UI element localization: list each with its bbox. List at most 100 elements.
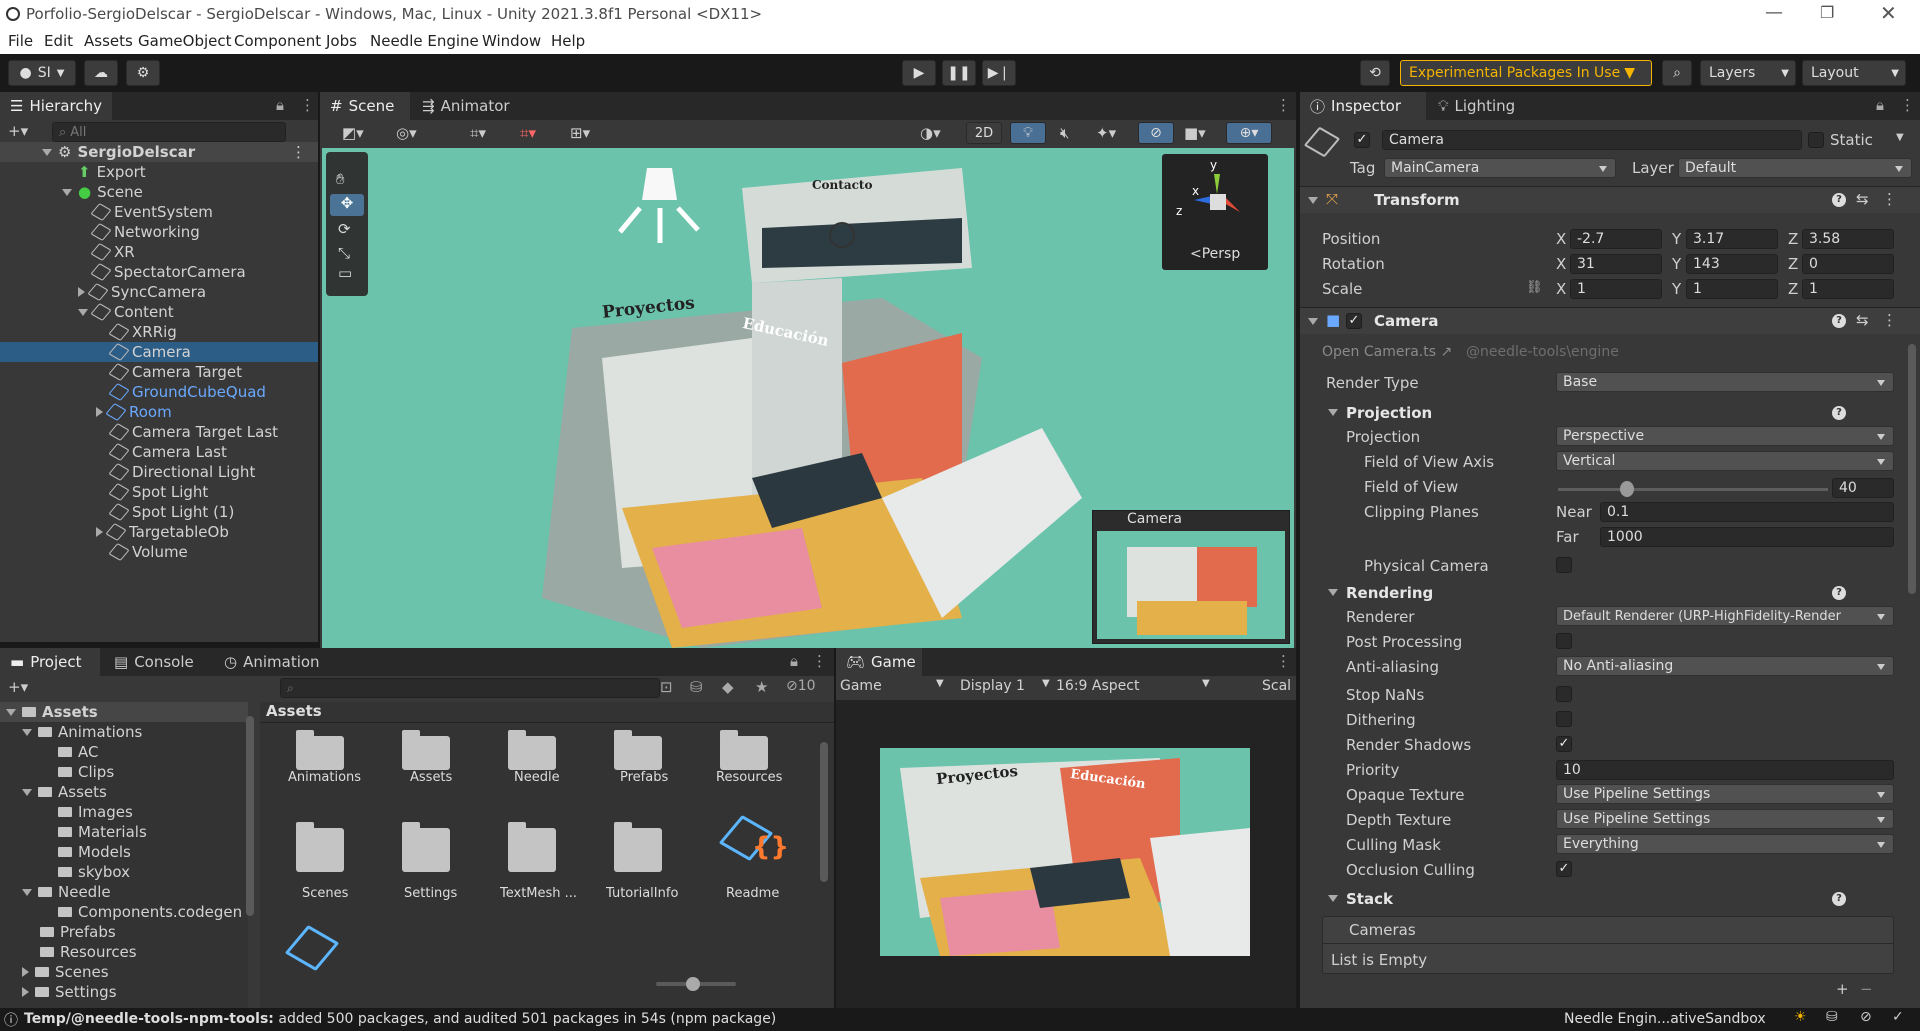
tab-scene[interactable]: # Scene	[320, 92, 410, 120]
hierarchy-item-export[interactable]: ⬆ Export	[78, 162, 146, 182]
collab-button[interactable]: ⚙	[126, 60, 160, 86]
hierarchy-item-scene[interactable]: ● Scene	[62, 182, 143, 202]
hierarchy-item-targetableob[interactable]: TargetableOb	[96, 522, 229, 542]
globe-icon[interactable]: ◎▾	[396, 124, 417, 142]
hierarchy-item-spot-light[interactable]: Spot Light	[108, 482, 208, 502]
projection-section-header[interactable]: Projection ?	[1322, 402, 1902, 424]
renderer-dropdown[interactable]: Default Renderer (URP-HighFidelity-Rende…	[1556, 606, 1894, 626]
gizmo-persp-label[interactable]: <Persp	[1190, 246, 1240, 262]
list-add-button[interactable]: +	[1836, 980, 1849, 998]
post-processing-checkbox[interactable]	[1556, 633, 1572, 649]
anti-aliasing-dropdown[interactable]: No Anti-aliasing	[1556, 656, 1894, 676]
tab-console[interactable]: ▤ Console	[104, 648, 204, 676]
hierarchy-item-groundcubequad[interactable]: GroundCubeQuad	[108, 382, 266, 402]
menu-component[interactable]: Component	[234, 32, 321, 50]
play-button[interactable]: ▶	[902, 60, 936, 86]
layer-dropdown[interactable]: Default	[1678, 158, 1912, 178]
tree-item-animations[interactable]: Animations	[22, 722, 142, 742]
dithering-checkbox[interactable]	[1556, 711, 1572, 727]
static-checkbox[interactable]	[1808, 132, 1824, 148]
toggle-2d-button[interactable]: 2D	[966, 122, 1002, 144]
scale-y-field[interactable]: 1	[1686, 279, 1778, 299]
kebab-menu-icon[interactable]: ⋮	[1276, 96, 1291, 114]
inspector-scrollbar[interactable]	[1908, 344, 1916, 594]
priority-field[interactable]: 10	[1556, 760, 1894, 780]
help-icon[interactable]: ?	[1832, 586, 1846, 600]
camera-settings-icon[interactable]: ■▾	[1184, 124, 1206, 142]
grid-snap-icon[interactable]: ⌗▾	[470, 124, 486, 142]
transform-header[interactable]: ⤧ Transform ? ⇆ ⋮	[1300, 187, 1920, 213]
hierarchy-item-camera-selected[interactable]: Camera	[0, 342, 318, 362]
game-viewport[interactable]: Proyectos Educación	[880, 748, 1250, 956]
fov-axis-dropdown[interactable]: Vertical	[1556, 451, 1894, 471]
stop-nans-checkbox[interactable]	[1556, 686, 1572, 702]
rotation-y-field[interactable]: 143	[1686, 254, 1778, 274]
kebab-menu-icon[interactable]: ⋮	[1882, 311, 1897, 329]
zoom-slider[interactable]	[656, 977, 736, 991]
sandbox-label[interactable]: Needle Engin...ativeSandbox	[1564, 1011, 1766, 1027]
network-icon[interactable]: ⊘	[1860, 1009, 1872, 1025]
asset-folder-tutorialinfo[interactable]	[614, 822, 662, 872]
asset-folder-settings[interactable]	[402, 822, 450, 872]
shading-icon[interactable]: ◑▾	[920, 124, 941, 142]
audio-icon[interactable]: 🔇︎	[1060, 124, 1069, 142]
hierarchy-item-volume[interactable]: Volume	[108, 542, 188, 562]
visibility-button[interactable]: ⊘	[1138, 122, 1174, 144]
hierarchy-add-button[interactable]: +▾	[8, 122, 28, 140]
favorite-icon[interactable]: ★	[755, 678, 768, 696]
asset-folder-needle[interactable]	[508, 730, 556, 770]
save-search-icon[interactable]: ⊡	[660, 678, 673, 696]
menu-assets[interactable]: Assets	[84, 32, 133, 50]
scene-viewport[interactable]: Proyectos Educación Contacto ✋︎ ✥ ⟳ ⤡ ▭ …	[322, 148, 1294, 648]
ruler-icon[interactable]: ⊞▾	[570, 124, 590, 142]
hierarchy-root-row[interactable]: ⚙ SergioDelscar ⋮	[0, 142, 318, 162]
kebab-menu-icon[interactable]: ⋮	[1882, 190, 1897, 208]
sync-icon[interactable]: ✓	[1892, 1009, 1904, 1025]
menu-needle-engine[interactable]: Needle Engine	[370, 32, 479, 50]
hidden-packages-toggle[interactable]: ⊘10	[786, 678, 816, 694]
hand-tool-icon[interactable]: ✋︎	[336, 170, 345, 188]
lighting-toggle-button[interactable]: 💡︎	[1010, 122, 1046, 144]
rotation-x-field[interactable]: 31	[1570, 254, 1662, 274]
tree-scrollbar[interactable]	[246, 716, 254, 916]
partial-asset-icon[interactable]	[284, 920, 348, 980]
rotation-z-field[interactable]: 0	[1802, 254, 1894, 274]
render-shadows-checkbox[interactable]: ✓	[1556, 736, 1572, 752]
gizmos-button[interactable]: ⊕▾	[1226, 122, 1272, 144]
preset-icon[interactable]: ⇆	[1856, 190, 1869, 208]
camera-enabled-checkbox[interactable]: ✓	[1346, 313, 1362, 329]
rendering-section-header[interactable]: Rendering ?	[1322, 582, 1902, 604]
lock-icon[interactable]: 🔒︎	[790, 652, 798, 670]
tree-item-prefabs[interactable]: Prefabs	[40, 922, 116, 942]
zoom-slider-thumb[interactable]	[686, 977, 700, 991]
kebab-menu-icon[interactable]: ⋮	[1900, 96, 1915, 114]
hierarchy-search-input[interactable]: ⌕ All	[52, 122, 286, 142]
effects-icon[interactable]: ✦▾	[1096, 124, 1116, 142]
asset-folder-prefabs[interactable]	[614, 730, 662, 770]
hierarchy-item-eventsystem[interactable]: EventSystem	[90, 202, 213, 222]
scale-z-field[interactable]: 1	[1802, 279, 1894, 299]
tree-item-resources[interactable]: Resources	[40, 942, 137, 962]
orientation-gizmo[interactable]: y x z <Persp	[1162, 154, 1268, 270]
physical-camera-checkbox[interactable]	[1556, 557, 1572, 573]
tab-animator[interactable]: ⇶ Animator	[412, 92, 520, 120]
history-button[interactable]: ⟲	[1360, 60, 1390, 86]
far-field[interactable]: 1000	[1600, 527, 1894, 547]
kebab-menu-icon[interactable]: ⋮	[812, 652, 827, 670]
static-dropdown-arrow[interactable]: ▼	[1896, 132, 1904, 143]
position-z-field[interactable]: 3.58	[1802, 229, 1894, 249]
position-x-field[interactable]: -2.7	[1570, 229, 1662, 249]
grid-scrollbar[interactable]	[820, 742, 828, 882]
project-search-input[interactable]: ⌕	[280, 678, 660, 698]
link-scale-icon[interactable]: ⛓	[1526, 280, 1543, 295]
restore-button[interactable]: ❐	[1820, 3, 1834, 22]
occlusion-culling-checkbox[interactable]: ✓	[1556, 861, 1572, 877]
pause-button[interactable]: ❚❚	[942, 60, 976, 86]
fov-field[interactable]: 40	[1832, 478, 1894, 498]
position-y-field[interactable]: 3.17	[1686, 229, 1778, 249]
close-button[interactable]: ✕	[1880, 1, 1897, 25]
lock-icon[interactable]: 🔒︎	[1876, 96, 1884, 114]
hierarchy-item-camera-target[interactable]: Camera Target	[108, 362, 242, 382]
tab-inspector[interactable]: ⓘ Inspector	[1300, 92, 1426, 120]
hierarchy-item-directional-light[interactable]: Directional Light	[108, 462, 255, 482]
